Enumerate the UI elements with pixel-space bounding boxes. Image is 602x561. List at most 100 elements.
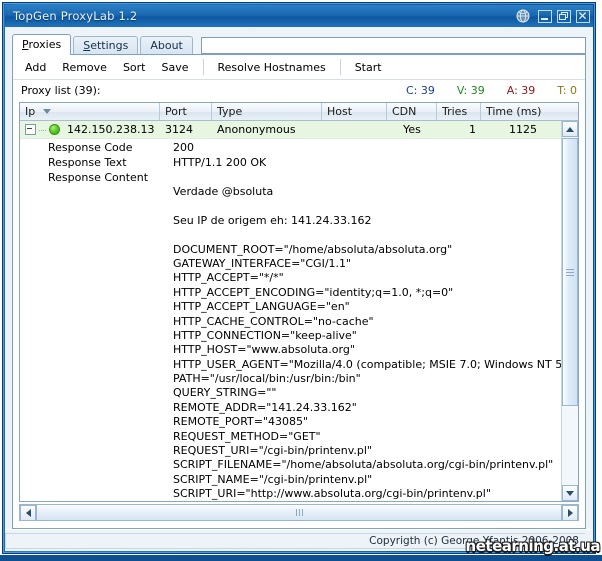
detail-response-text-label: Response Text	[48, 156, 127, 169]
save-button[interactable]: Save	[154, 58, 197, 77]
cell-tries: 1	[469, 123, 476, 136]
minimize-button[interactable]	[536, 9, 553, 24]
tab-proxies-label-rest: roxies	[28, 38, 62, 51]
tree-connector	[39, 129, 46, 131]
start-button[interactable]: Start	[347, 58, 390, 77]
resolve-hostnames-button[interactable]: Resolve Hostnames	[210, 58, 334, 77]
response-content-line: HTTP_CONNECTION="keep-alive"	[173, 328, 357, 342]
sort-button[interactable]: Sort	[115, 58, 154, 77]
title-bar: TopGen ProxyLab 1.2 ✕	[5, 5, 593, 27]
vertical-scrollbar[interactable]	[561, 121, 578, 501]
cell-cdn: Yes	[403, 123, 421, 136]
proxy-list-label: Proxy list (39):	[21, 83, 101, 97]
response-content-line: QUERY_STRING=""	[173, 386, 277, 400]
page-root: TopGen ProxyLab 1.2 ✕ Proxies Settings A…	[0, 0, 602, 561]
client-inner: Proxies Settings About Add Remove Sort S…	[5, 27, 593, 529]
remove-button[interactable]: Remove	[54, 58, 115, 77]
response-content-line	[173, 199, 561, 213]
scroll-left-button[interactable]	[20, 504, 36, 521]
response-content-line: SCRIPT_NAME="/cgi-bin/printenv.pl"	[173, 472, 373, 486]
restore-button[interactable]	[555, 9, 572, 24]
response-content-line: HTTP_CACHE_CONTROL="no-cache"	[173, 314, 374, 328]
column-header-ip[interactable]: Ip	[20, 103, 160, 120]
scroll-down-button[interactable]	[562, 485, 578, 501]
counter-valid-value: 39	[470, 83, 485, 97]
tab-settings-label-rest: ettings	[90, 39, 129, 52]
column-header-port[interactable]: Port	[160, 103, 212, 120]
row-detail-panel: Response Code 200 Response Text HTTP/1.1…	[20, 139, 578, 501]
scroll-up-button[interactable]	[562, 121, 578, 137]
close-icon: ✕	[575, 8, 590, 23]
cell-host	[322, 121, 387, 138]
chevron-up-icon	[566, 126, 574, 132]
counter-anonymous: A: 39	[507, 84, 536, 97]
counter-valid-key: V:	[456, 83, 468, 97]
scrollbar-grip-icon	[295, 509, 304, 516]
tab-proxies[interactable]: Proxies	[12, 34, 72, 55]
cell-time: 1125	[509, 123, 537, 136]
detail-response-text-value: HTTP/1.1 200 OK	[173, 156, 267, 169]
add-button[interactable]: Add	[17, 58, 54, 77]
expander-collapse-icon[interactable]	[25, 124, 36, 135]
tab-settings[interactable]: Settings	[73, 36, 139, 55]
tab-strip: Proxies Settings About	[12, 34, 586, 55]
response-content-line: REMOTE_ADDR="141.24.33.162"	[173, 400, 357, 414]
response-content-line: DOCUMENT_ROOT="/home/absoluta/absoluta.o…	[173, 242, 453, 256]
column-header-cdn[interactable]: CDN	[387, 103, 437, 120]
proxy-grid: Ip Port Type Host CDN Tries Time (ms) 14…	[19, 102, 579, 502]
counter-transparent-key: T:	[557, 83, 567, 97]
response-content-line: HTTP_ACCEPT_LANGUAGE="en"	[173, 300, 350, 314]
globe-icon[interactable]	[516, 9, 534, 24]
response-content-line	[173, 228, 561, 242]
detail-response-content-label: Response Content	[48, 171, 149, 184]
horizontal-scrollbar-thumb[interactable]	[36, 505, 562, 520]
row-detail-scroll-area: Response Code 200 Response Text HTTP/1.1…	[20, 139, 561, 501]
detail-response-code: Response Code 200	[20, 140, 561, 155]
horizontal-scrollbar[interactable]	[19, 504, 579, 521]
counter-transparent: T: 0	[557, 84, 577, 97]
response-content-line: GATEWAY_INTERFACE="CGI/1.1"	[173, 256, 352, 270]
scroll-right-button[interactable]	[562, 504, 578, 521]
detail-response-code-label: Response Code	[48, 141, 133, 154]
counter-anonymous-key: A:	[506, 83, 518, 97]
counter-valid: V: 39	[457, 84, 485, 97]
response-content-line: PATH="/usr/local/bin:/usr/bin:/bin"	[173, 372, 361, 386]
cell-type: Anononymous	[217, 123, 296, 136]
watermark: netearning.at.ua	[465, 537, 601, 555]
close-button[interactable]: ✕	[574, 9, 591, 24]
application-window: TopGen ProxyLab 1.2 ✕ Proxies Settings A…	[2, 2, 596, 554]
vertical-scrollbar-thumb[interactable]	[562, 138, 578, 406]
table-row[interactable]: 142.150.238.13 3124 Anononymous Yes 1 11…	[20, 121, 578, 139]
column-header-type[interactable]: Type	[212, 103, 322, 120]
proxy-list-caption: Proxy list (39): C: 39 V: 39 A: 39 T: 0	[13, 80, 585, 100]
scrollbar-grip-icon	[566, 267, 574, 278]
detail-response-code-value: 200	[173, 141, 194, 154]
header-text-input[interactable]	[200, 37, 586, 54]
column-header-host[interactable]: Host	[322, 103, 387, 120]
toolbar-separator-1	[202, 59, 204, 75]
sort-descending-icon	[43, 109, 52, 114]
toolbar-separator-2	[339, 59, 341, 75]
response-content-line: SCRIPT_FILENAME="/home/absoluta/absoluta…	[173, 458, 554, 472]
response-content-body: Verdade @bsoluta Seu IP de origem eh: 14…	[20, 185, 561, 501]
detail-response-text: Response Text HTTP/1.1 200 OK	[20, 155, 561, 170]
counter-connected-value: 39	[420, 83, 435, 97]
client-area: Proxies Settings About Add Remove Sort S…	[5, 27, 593, 551]
detail-response-content: Response Content	[20, 170, 561, 185]
chevron-left-icon	[25, 508, 31, 517]
cell-ip-value: 142.150.238.13	[67, 123, 155, 136]
column-header-time[interactable]: Time (ms)	[481, 103, 542, 120]
counter-connected: C: 39	[406, 84, 435, 97]
counter-anonymous-value: 39	[521, 83, 536, 97]
toolbar: Add Remove Sort Save Resolve Hostnames S…	[13, 55, 585, 80]
counter-transparent-value: 0	[570, 83, 577, 97]
cell-ip[interactable]: 142.150.238.13	[20, 121, 160, 138]
column-header-tries[interactable]: Tries	[437, 103, 481, 120]
tab-about[interactable]: About	[140, 36, 193, 55]
counter-connected-key: C:	[406, 83, 418, 97]
response-content-line: HTTP_USER_AGENT="Mozilla/4.0 (compatible…	[173, 357, 561, 371]
window-title: TopGen ProxyLab 1.2	[13, 9, 138, 23]
page-bottom-strip	[0, 555, 602, 561]
response-content-line: HTTP_HOST="www.absoluta.org"	[173, 343, 355, 357]
response-content-line: Verdade @bsoluta	[173, 185, 274, 198]
